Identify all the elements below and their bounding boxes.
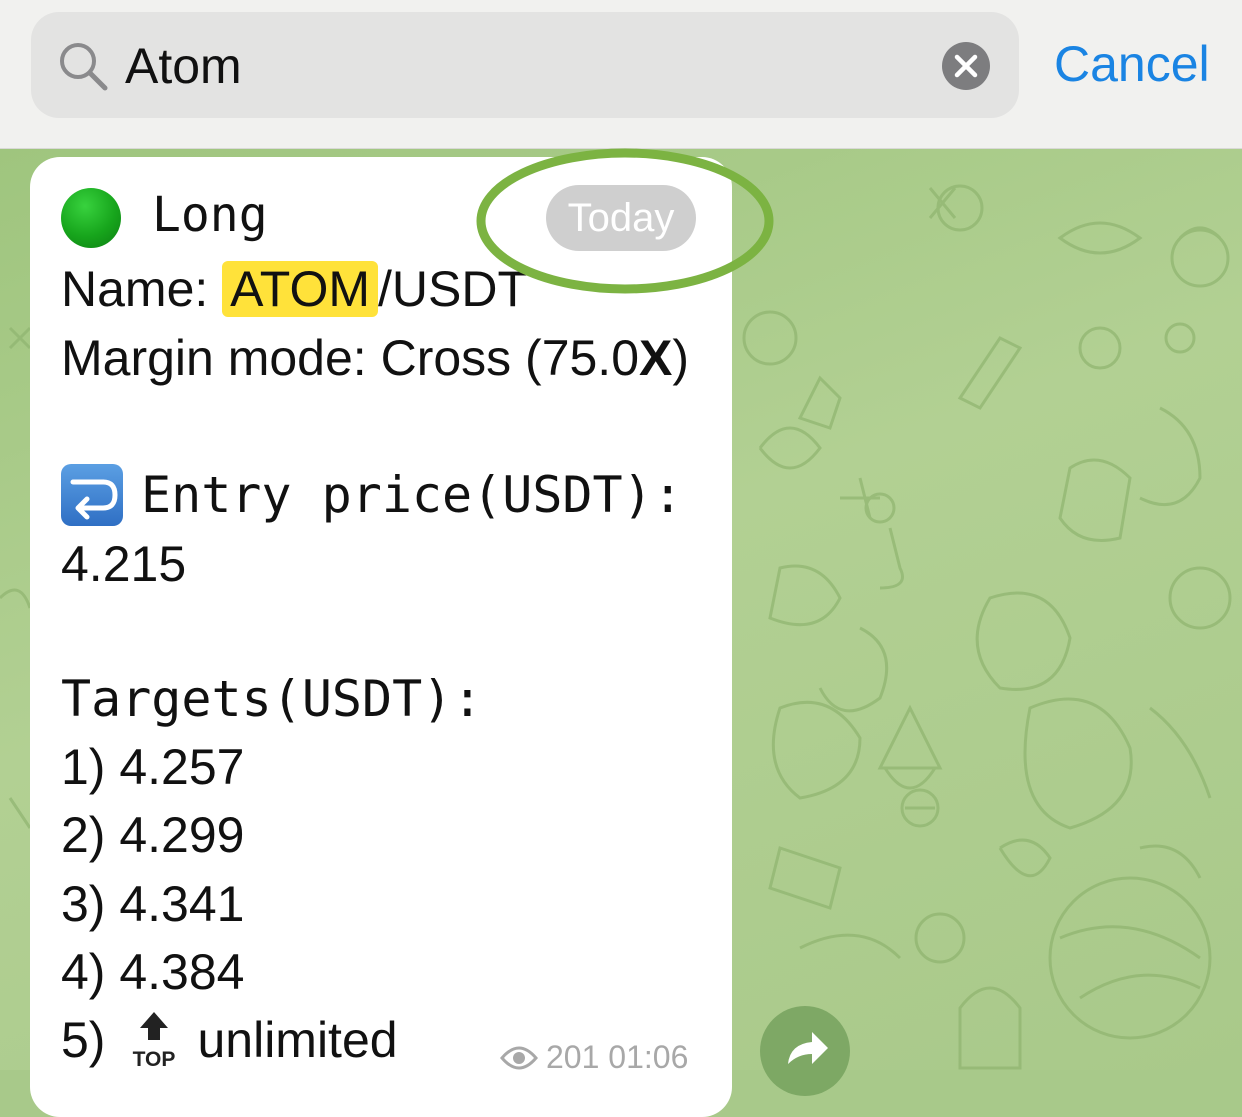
forward-button[interactable] bbox=[760, 1006, 850, 1096]
search-input[interactable]: Atom bbox=[125, 38, 242, 94]
entry-price-value: 4.215 bbox=[61, 536, 187, 592]
pair-name-line: Name: ATOM/USDT bbox=[61, 259, 528, 319]
search-field[interactable]: Atom bbox=[31, 12, 1019, 118]
top-emoji-text: TOP bbox=[133, 1048, 176, 1070]
entry-price-line: Entry price(USDT): bbox=[61, 463, 683, 530]
target-4: 4) 4.384 bbox=[61, 944, 245, 1000]
search-bar: Atom Cancel bbox=[0, 0, 1242, 149]
entry-price-label: Entry price(USDT): bbox=[141, 466, 683, 524]
search-icon bbox=[60, 43, 108, 91]
pair-name-rest: /USDT bbox=[378, 261, 528, 317]
target-5-value: unlimited bbox=[197, 1012, 398, 1068]
margin-mode-x: X bbox=[639, 330, 673, 386]
margin-mode-line: Margin mode: Cross (75.0X) bbox=[61, 328, 689, 388]
target-5: 5) TOP unlimited bbox=[61, 1010, 398, 1074]
search-match-highlight: ATOM bbox=[222, 261, 378, 317]
green-circle-icon bbox=[61, 188, 121, 248]
target-2: 2) 4.299 bbox=[61, 807, 245, 863]
target-3: 3) 4.341 bbox=[61, 876, 245, 932]
message-bubble[interactable]: Long Today Name: ATOM/USDT Margin mode: … bbox=[30, 157, 732, 1117]
message-meta: 201 01:06 bbox=[500, 1037, 688, 1077]
margin-mode-close: ) bbox=[672, 330, 690, 386]
cancel-button[interactable]: Cancel bbox=[1054, 36, 1210, 92]
targets-label: Targets(USDT): bbox=[61, 670, 483, 728]
close-icon bbox=[954, 54, 978, 78]
margin-mode-text: Margin mode: Cross (75.0 bbox=[61, 330, 640, 386]
top-arrow-icon: TOP bbox=[129, 1010, 179, 1071]
target-5-index: 5) bbox=[61, 1012, 106, 1068]
forward-arrow-icon bbox=[788, 1032, 828, 1064]
clear-search-button[interactable] bbox=[942, 42, 990, 90]
date-badge: Today bbox=[546, 185, 696, 251]
target-1: 1) 4.257 bbox=[61, 739, 245, 795]
return-arrow-icon bbox=[61, 463, 123, 526]
pair-name-label: Name: bbox=[61, 261, 223, 317]
eye-icon bbox=[500, 1046, 538, 1070]
signal-direction: Long bbox=[152, 187, 268, 243]
